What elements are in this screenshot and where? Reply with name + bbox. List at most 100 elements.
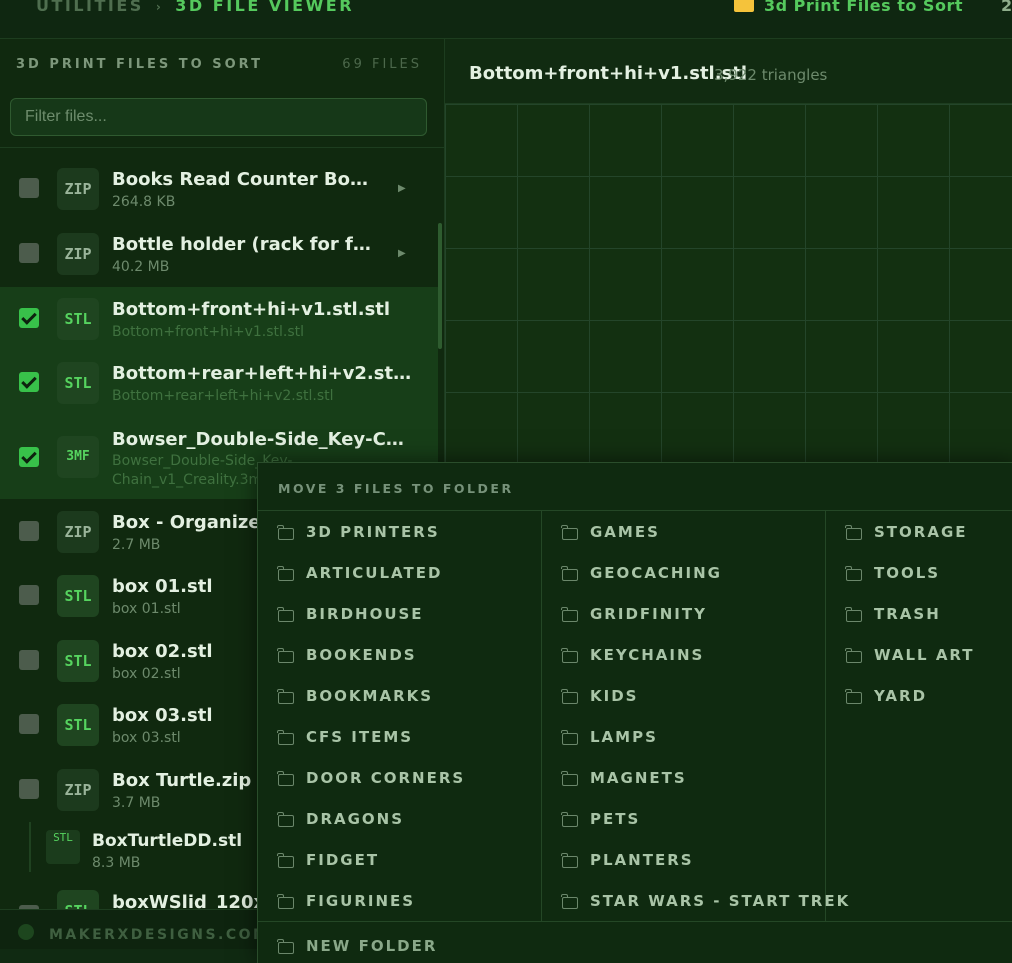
file-size: 3.7 MB [112,795,161,811]
file-type-badge: 3MF [57,436,99,478]
folder-icon [561,812,578,827]
file-name: Bottom+rear+left+hi+v2.stl.stl [112,363,412,384]
folder-icon [277,730,294,745]
folder-icon [845,648,862,663]
sidebar-title: 3D PRINT FILES TO SORT [16,57,263,72]
file-row-selected[interactable]: STL Bottom+front+hi+v1.stl.stl Bottom+fr… [0,287,438,351]
folder-option-label: PETS [590,810,641,828]
tree-line [29,822,31,872]
folder-option-label: DOOR CORNERS [306,769,466,787]
file-name: Bottle holder (rack for fridg... [112,234,372,255]
scrollbar-thumb[interactable] [438,223,442,349]
file-name: BoxTurtleDD.stl [92,831,243,851]
file-subtext: Chain_v1_Creality.3mf [112,472,268,488]
file-size: 264.8 KB [112,194,176,210]
folder-icon [277,607,294,622]
folder-option-label: WALL ART [874,646,975,664]
folder-icon [277,525,294,540]
file-checkbox-checked[interactable] [19,308,39,328]
folder-option-label: MAGNETS [590,769,687,787]
column-divider [541,511,542,921]
file-size: 40.2 MB [112,259,170,275]
folder-option-label: GEOCACHING [590,564,722,582]
file-row[interactable]: ZIP Bottle holder (rack for fridg... 40.… [0,222,438,286]
file-subtext: box 02.stl [112,666,181,682]
folder-icon [845,689,862,704]
divider [258,921,1012,922]
folder-icon [845,525,862,540]
file-checkbox[interactable] [19,650,39,670]
folder-option-label: BOOKENDS [306,646,417,664]
file-checkbox-checked[interactable] [19,447,39,467]
folder-option-label: STAR WARS - START TREK [590,892,851,910]
folder-option-label: STORAGE [874,523,968,541]
file-size: 2.7 MB [112,537,161,553]
file-checkbox[interactable] [19,178,39,198]
file-checkbox-checked[interactable] [19,372,39,392]
filter-input[interactable] [10,98,427,136]
breadcrumb-utilities[interactable]: UTILITIES [36,0,144,15]
folder-option-label: LAMPS [590,728,658,746]
folder-option-label: FIDGET [306,851,380,869]
folder-option-label: 3D PRINTERS [306,523,440,541]
folder-option-label: ARTICULATED [306,564,443,582]
folder-icon [561,607,578,622]
folder-icon [277,566,294,581]
folder-column: 3D PRINTERS ARTICULATED BIRDHOUSE BOOKENDS B… [277,511,538,921]
folder-icon [277,939,294,954]
folder-icon [561,853,578,868]
file-checkbox[interactable] [19,779,39,799]
file-type-badge: STL [57,298,99,340]
folder-option-label: FIGURINES [306,892,416,910]
file-subtext: Bottom+rear+left+hi+v2.stl.stl [112,388,334,404]
brand-footer-text[interactable]: MAKERXDESIGNS.COM [49,927,269,943]
file-name: Books Read Counter Books... [112,169,372,190]
file-count: 69 FILES [342,57,422,72]
folder-icon [734,0,754,12]
folder-icon [561,566,578,581]
folder-icon [561,894,578,909]
file-size: 8.3 MB [92,855,141,871]
file-type-badge: STL [57,640,99,682]
folder-column: STORAGE TOOLS TRASH WALL ART YARD [845,511,1012,921]
popup-title: MOVE 3 FILES TO FOLDER [278,481,514,496]
folder-option-label: YARD [874,687,928,705]
folder-option-label: DRAGONS [306,810,405,828]
file-row[interactable]: ZIP Books Read Counter Books... 264.8 KB… [0,157,438,221]
file-type-badge: STL [57,575,99,617]
folder-column: GAMES GEOCACHING GRIDFINITY KEYCHAINS KIDS LA… [561,511,848,921]
breadcrumb-current: 3D FILE VIEWER [175,0,355,15]
column-divider [825,511,826,921]
folder-icon [277,812,294,827]
viewer-file-name: Bottom+front+hi+v1.stl.stl [469,63,748,84]
file-checkbox[interactable] [19,714,39,734]
file-subtext: Bottom+front+hi+v1.stl.stl [112,324,305,340]
file-type-badge: ZIP [57,511,99,553]
file-name: Bottom+front+hi+v1.stl.stl [112,299,391,320]
expand-arrow-icon[interactable]: ▶ [398,183,406,194]
file-name: Box Turtle.zip [112,770,252,791]
folder-icon [277,894,294,909]
brand-logo-icon [18,924,34,940]
folder-icon [845,607,862,622]
file-type-badge: ZIP [57,168,99,210]
folder-option-label: PLANTERS [590,851,694,869]
folder-icon [561,648,578,663]
file-type-badge: STL [46,830,80,864]
folder-icon [561,689,578,704]
file-checkbox[interactable] [19,243,39,263]
file-name: box 03.stl [112,705,213,726]
folder-icon [561,771,578,786]
current-folder-label[interactable]: 3d Print Files to Sort [734,0,963,15]
file-checkbox[interactable] [19,521,39,541]
current-folder-name: 3d Print Files to Sort [764,0,963,15]
folder-option-label: GAMES [590,523,660,541]
file-row-selected[interactable]: STL Bottom+rear+left+hi+v2.stl.stl Botto… [0,351,438,415]
file-subtext: box 01.stl [112,601,181,617]
folder-option-label: KEYCHAINS [590,646,705,664]
expand-arrow-icon[interactable]: ▶ [398,248,406,259]
new-folder-label: NEW FOLDER [306,937,438,955]
header-trailing-text: 2 [1001,0,1012,15]
file-checkbox[interactable] [19,585,39,605]
file-type-badge: ZIP [57,233,99,275]
